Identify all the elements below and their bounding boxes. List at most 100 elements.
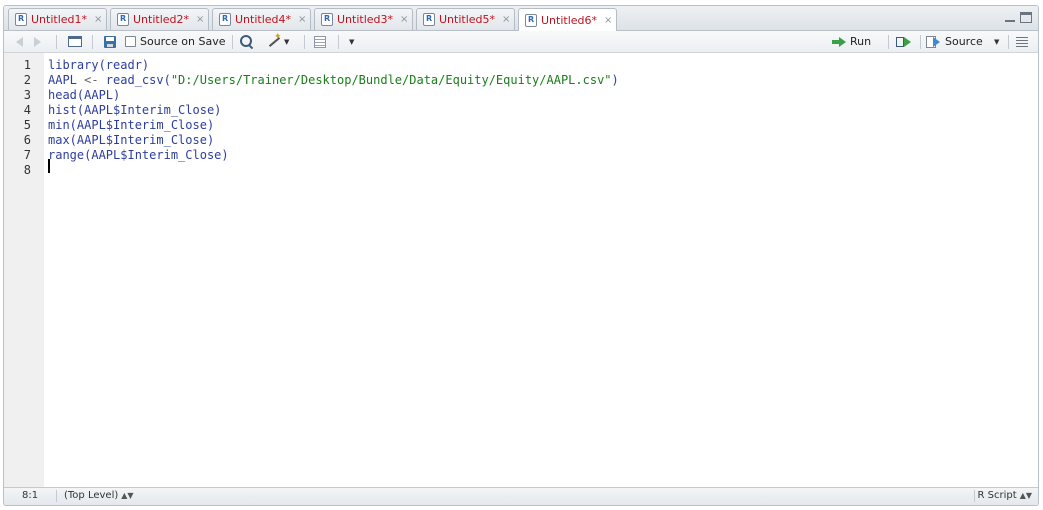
compile-report-button[interactable] xyxy=(314,34,326,49)
tab-untitled3[interactable]: Untitled3* × xyxy=(314,8,413,30)
code-text: ) xyxy=(611,73,619,87)
updown-chevron-icon: ▲▼ xyxy=(121,491,134,500)
code-line-4[interactable]: hist(AAPL$Interim_Close) xyxy=(48,103,221,118)
toolbar-divider xyxy=(232,35,233,49)
toolbar-divider xyxy=(304,35,305,49)
close-tab-icon[interactable]: × xyxy=(604,15,612,26)
close-tab-icon[interactable]: × xyxy=(298,14,306,25)
run-button[interactable]: Run xyxy=(832,34,871,49)
updown-chevron-icon: ▲▼ xyxy=(1019,491,1032,500)
file-type-label: R Script xyxy=(977,490,1017,501)
save-button[interactable] xyxy=(104,34,116,49)
code-line-2[interactable]: AAPL <- read_csv("D:/Users/Trainer/Deskt… xyxy=(48,73,619,88)
maximize-pane-icon[interactable] xyxy=(1020,12,1032,23)
scope-label: (Top Level) xyxy=(64,490,119,501)
r-file-icon xyxy=(423,13,435,26)
forward-arrow-icon xyxy=(34,36,41,47)
editor-toolbar: Source on Save ▼ ▼ Run Source xyxy=(4,31,1038,53)
toolbar-divider xyxy=(338,35,339,49)
chevron-down-icon: ▼ xyxy=(994,37,1000,46)
code-line-7[interactable]: range(AAPL$Interim_Close) xyxy=(48,148,229,163)
chevron-down-icon: ▼ xyxy=(284,37,290,46)
toolbar-divider xyxy=(888,35,889,49)
status-bar: 8:1 (Top Level) ▲▼ R Script ▲▼ xyxy=(4,487,1038,505)
code-text: AAPL xyxy=(48,73,85,87)
find-replace-button[interactable] xyxy=(240,34,254,49)
source-label: Source xyxy=(945,35,983,48)
line-number: 6 xyxy=(23,133,31,147)
close-tab-icon[interactable]: × xyxy=(94,14,102,25)
tab-untitled2[interactable]: Untitled2* × xyxy=(110,8,209,30)
tab-label: Untitled1* xyxy=(31,13,88,26)
run-icon xyxy=(832,36,846,47)
tab-bar: Untitled1* × Untitled2* × Untitled4* × U… xyxy=(4,6,1038,31)
document-outline-button[interactable] xyxy=(1016,34,1028,49)
source-icon xyxy=(926,35,941,48)
code-line-6[interactable]: max(AAPL$Interim_Close) xyxy=(48,133,214,148)
rerun-button[interactable] xyxy=(896,34,912,49)
tab-label: Untitled6* xyxy=(541,13,598,27)
status-divider xyxy=(56,490,57,502)
minimize-pane-icon[interactable] xyxy=(1004,12,1016,23)
code-tools-wand-icon xyxy=(266,32,282,49)
tab-label: Untitled3* xyxy=(337,13,394,26)
r-file-icon xyxy=(117,13,129,26)
source-on-save-checkbox[interactable] xyxy=(125,36,136,47)
show-in-window-icon xyxy=(68,36,82,47)
text-cursor xyxy=(48,159,50,173)
code-line-3[interactable]: head(AAPL) xyxy=(48,88,120,103)
close-tab-icon[interactable]: × xyxy=(196,14,204,25)
r-file-icon xyxy=(321,13,333,26)
document-outline-icon xyxy=(1016,36,1028,47)
line-number: 5 xyxy=(23,118,31,132)
code-tools-button[interactable]: ▼ xyxy=(266,32,290,49)
toolbar-divider xyxy=(56,35,57,49)
string-literal: "D:/Users/Trainer/Desktop/Bundle/Data/Eq… xyxy=(170,73,612,87)
tab-label: Untitled5* xyxy=(439,13,496,26)
source-on-save-label: Source on Save xyxy=(140,35,226,48)
toolbar-divider xyxy=(920,35,921,49)
source-button[interactable]: Source xyxy=(926,34,983,49)
search-icon xyxy=(240,34,254,49)
line-number: 2 xyxy=(23,73,31,87)
close-tab-icon[interactable]: × xyxy=(400,14,408,25)
show-in-new-window-button[interactable] xyxy=(68,34,82,49)
tab-label: Untitled4* xyxy=(235,13,292,26)
line-number: 4 xyxy=(23,103,31,117)
code-operator: <- xyxy=(84,73,99,87)
back-arrow-icon xyxy=(16,36,23,47)
save-icon xyxy=(104,35,116,48)
code-line-5[interactable]: min(AAPL$Interim_Close) xyxy=(48,118,214,133)
source-on-save-toggle[interactable]: Source on Save xyxy=(125,34,225,49)
code-line-1[interactable]: library(readr) xyxy=(48,58,149,73)
r-file-icon xyxy=(525,13,537,27)
compile-report-icon xyxy=(314,35,326,48)
pane-window-controls xyxy=(1004,12,1032,23)
rerun-icon xyxy=(896,36,912,48)
toolbar-divider xyxy=(1008,35,1009,49)
r-file-icon xyxy=(219,13,231,26)
back-button[interactable] xyxy=(16,34,23,49)
tab-untitled5[interactable]: Untitled5* × xyxy=(416,8,515,30)
toolbar-divider xyxy=(92,35,93,49)
code-text: read_csv( xyxy=(98,73,171,87)
close-tab-icon[interactable]: × xyxy=(502,14,510,25)
source-editor-pane: Untitled1* × Untitled2* × Untitled4* × U… xyxy=(3,5,1039,506)
forward-button[interactable] xyxy=(34,34,41,49)
line-number: 7 xyxy=(23,148,31,162)
line-number: 1 xyxy=(23,58,31,72)
run-label: Run xyxy=(850,35,872,48)
status-divider xyxy=(974,490,975,502)
code-editor[interactable]: 1 2 3 4 5 6 7 8 library(readr) AAPL <- r… xyxy=(4,53,1038,488)
chevron-down-icon: ▼ xyxy=(349,37,355,46)
line-number: 8 xyxy=(23,163,31,177)
tab-untitled6[interactable]: Untitled6* × xyxy=(518,8,617,31)
more-options-dropdown[interactable]: ▼ xyxy=(347,34,354,49)
tab-untitled1[interactable]: Untitled1* × xyxy=(8,8,107,30)
r-file-icon xyxy=(15,13,27,26)
source-dropdown[interactable]: ▼ xyxy=(992,34,999,49)
tab-untitled4[interactable]: Untitled4* × xyxy=(212,8,311,30)
line-number-gutter: 1 2 3 4 5 6 7 8 xyxy=(4,53,44,488)
file-type-selector[interactable]: R Script ▲▼ xyxy=(978,490,1032,501)
scope-selector[interactable]: (Top Level) ▲▼ xyxy=(64,490,134,501)
